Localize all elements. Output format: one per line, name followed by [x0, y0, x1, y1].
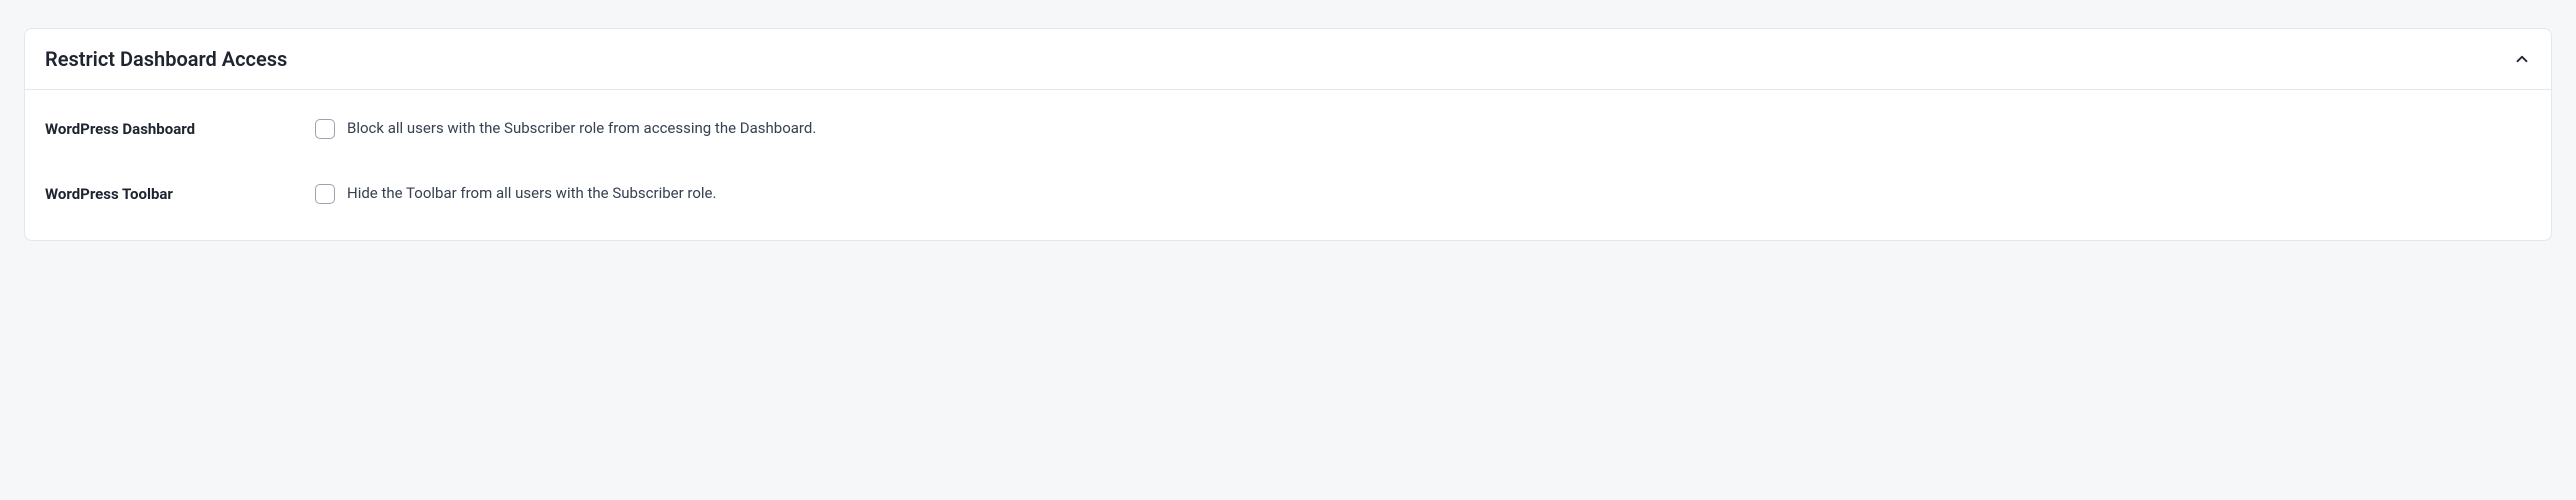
restrict-dashboard-access-panel: Restrict Dashboard Access WordPress Dash…	[24, 28, 2552, 241]
hide-toolbar-checkbox[interactable]	[315, 184, 335, 204]
field-desc-dashboard: Block all users with the Subscriber role…	[347, 118, 816, 139]
field-row-dashboard: WordPress Dashboard Block all users with…	[45, 118, 2531, 139]
chevron-up-icon	[2513, 50, 2531, 68]
block-dashboard-checkbox[interactable]	[315, 119, 335, 139]
field-label-toolbar: WordPress Toolbar	[45, 183, 315, 203]
panel-title: Restrict Dashboard Access	[45, 47, 287, 71]
field-control-toolbar: Hide the Toolbar from all users with the…	[315, 183, 716, 204]
panel-body: WordPress Dashboard Block all users with…	[25, 90, 2551, 240]
panel-header[interactable]: Restrict Dashboard Access	[25, 29, 2551, 90]
field-label-dashboard: WordPress Dashboard	[45, 118, 315, 138]
field-desc-toolbar: Hide the Toolbar from all users with the…	[347, 183, 716, 204]
field-row-toolbar: WordPress Toolbar Hide the Toolbar from …	[45, 183, 2531, 204]
field-control-dashboard: Block all users with the Subscriber role…	[315, 118, 816, 139]
